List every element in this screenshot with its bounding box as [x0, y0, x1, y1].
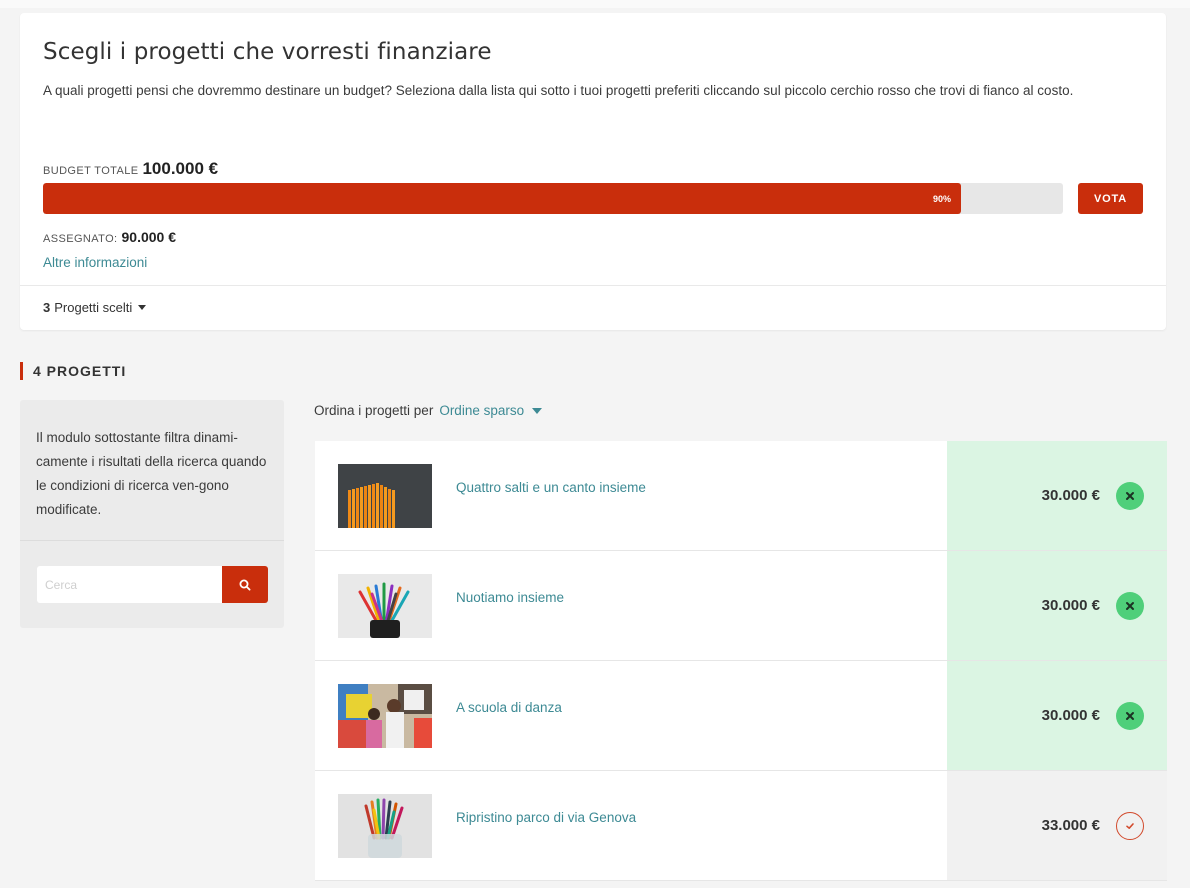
more-info-link[interactable]: Altre informazioni: [43, 255, 147, 270]
budget-progress-bar: 90%: [43, 183, 1063, 214]
sort-value: Ordine sparso: [439, 403, 525, 418]
budget-label: BUDGET TOTALE: [43, 165, 139, 177]
project-price-area: 30.000 €: [947, 661, 1167, 770]
project-title[interactable]: Ripristino parco di via Genova: [456, 810, 636, 825]
project-price: 33.000 €: [1041, 817, 1100, 834]
project-item: A scuola di danza 30.000 €: [315, 661, 1167, 771]
project-title[interactable]: Nuotiamo insieme: [456, 590, 564, 605]
remove-project-button[interactable]: [1116, 701, 1144, 730]
card-divider: [20, 285, 1166, 286]
assigned-value: 90.000 €: [121, 229, 177, 245]
budget-value: 100.000 €: [142, 159, 219, 178]
assigned-label: ASSEGNATO:: [43, 233, 118, 245]
project-title[interactable]: Quattro salti e un canto insieme: [456, 480, 646, 495]
top-strip: [0, 0, 1204, 8]
vote-button[interactable]: VOTA: [1078, 183, 1143, 214]
project-thumbnail: [338, 794, 432, 858]
section-heading: 4 PROGETTI: [20, 362, 126, 380]
project-price: 30.000 €: [1041, 707, 1100, 724]
remove-project-button[interactable]: [1116, 591, 1144, 620]
assigned-amount: ASSEGNATO: 90.000 €: [43, 229, 176, 245]
filter-description: Il modulo sottostante filtra dinami-came…: [36, 430, 267, 517]
project-price-area: 33.000 €: [947, 771, 1167, 880]
search-icon: [239, 579, 251, 591]
search-input[interactable]: [37, 566, 223, 603]
search-button[interactable]: [222, 566, 268, 603]
project-thumbnail: [338, 574, 432, 638]
project-thumbnail: [338, 684, 432, 748]
project-thumbnail: [338, 464, 432, 528]
project-item: Nuotiamo insieme 30.000 €: [315, 551, 1167, 661]
page-title: Scegli i progetti che vorresti finanziar…: [43, 39, 492, 65]
filter-divider: [20, 540, 284, 541]
project-list: Quattro salti e un canto insieme 30.000 …: [315, 441, 1167, 881]
selected-count: 3: [43, 300, 51, 315]
budget-total: BUDGET TOTALE 100.000 €: [43, 159, 218, 179]
section-accent-bar: [20, 362, 23, 380]
selected-label: Progetti scelti: [54, 300, 133, 315]
budget-progress-label: 90%: [932, 193, 951, 204]
sort-control: Ordina i progetti per Ordine sparso: [314, 403, 543, 418]
budget-progress-fill: 90%: [43, 183, 961, 214]
caret-down-icon: [138, 305, 147, 310]
project-price-area: 30.000 €: [947, 441, 1167, 550]
check-icon: [1126, 822, 1134, 829]
close-icon: [1126, 491, 1134, 500]
selected-projects-toggle[interactable]: 3 Progetti scelti: [43, 300, 147, 315]
chevron-down-icon: [532, 407, 543, 414]
budget-card: Scegli i progetti che vorresti finanziar…: [20, 13, 1166, 330]
remove-project-button[interactable]: [1116, 481, 1144, 510]
project-title[interactable]: A scuola di danza: [456, 700, 562, 715]
project-price-area: 30.000 €: [947, 551, 1167, 660]
project-price: 30.000 €: [1041, 597, 1100, 614]
project-price: 30.000 €: [1041, 487, 1100, 504]
section-title: 4 PROGETTI: [33, 363, 127, 379]
close-icon: [1126, 711, 1134, 720]
project-item: Ripristino parco di via Genova 33.000 €: [315, 771, 1167, 881]
page-description: A quali progetti pensi che dovremmo dest…: [43, 83, 1074, 98]
sort-dropdown[interactable]: Ordine sparso: [439, 403, 543, 418]
add-project-button[interactable]: [1116, 811, 1144, 840]
project-item: Quattro salti e un canto insieme 30.000 …: [315, 441, 1167, 551]
right-strip: [1190, 0, 1204, 888]
sort-label: Ordina i progetti per: [314, 403, 434, 418]
close-icon: [1126, 601, 1134, 610]
filter-panel: Il modulo sottostante filtra dinami-came…: [20, 400, 284, 628]
